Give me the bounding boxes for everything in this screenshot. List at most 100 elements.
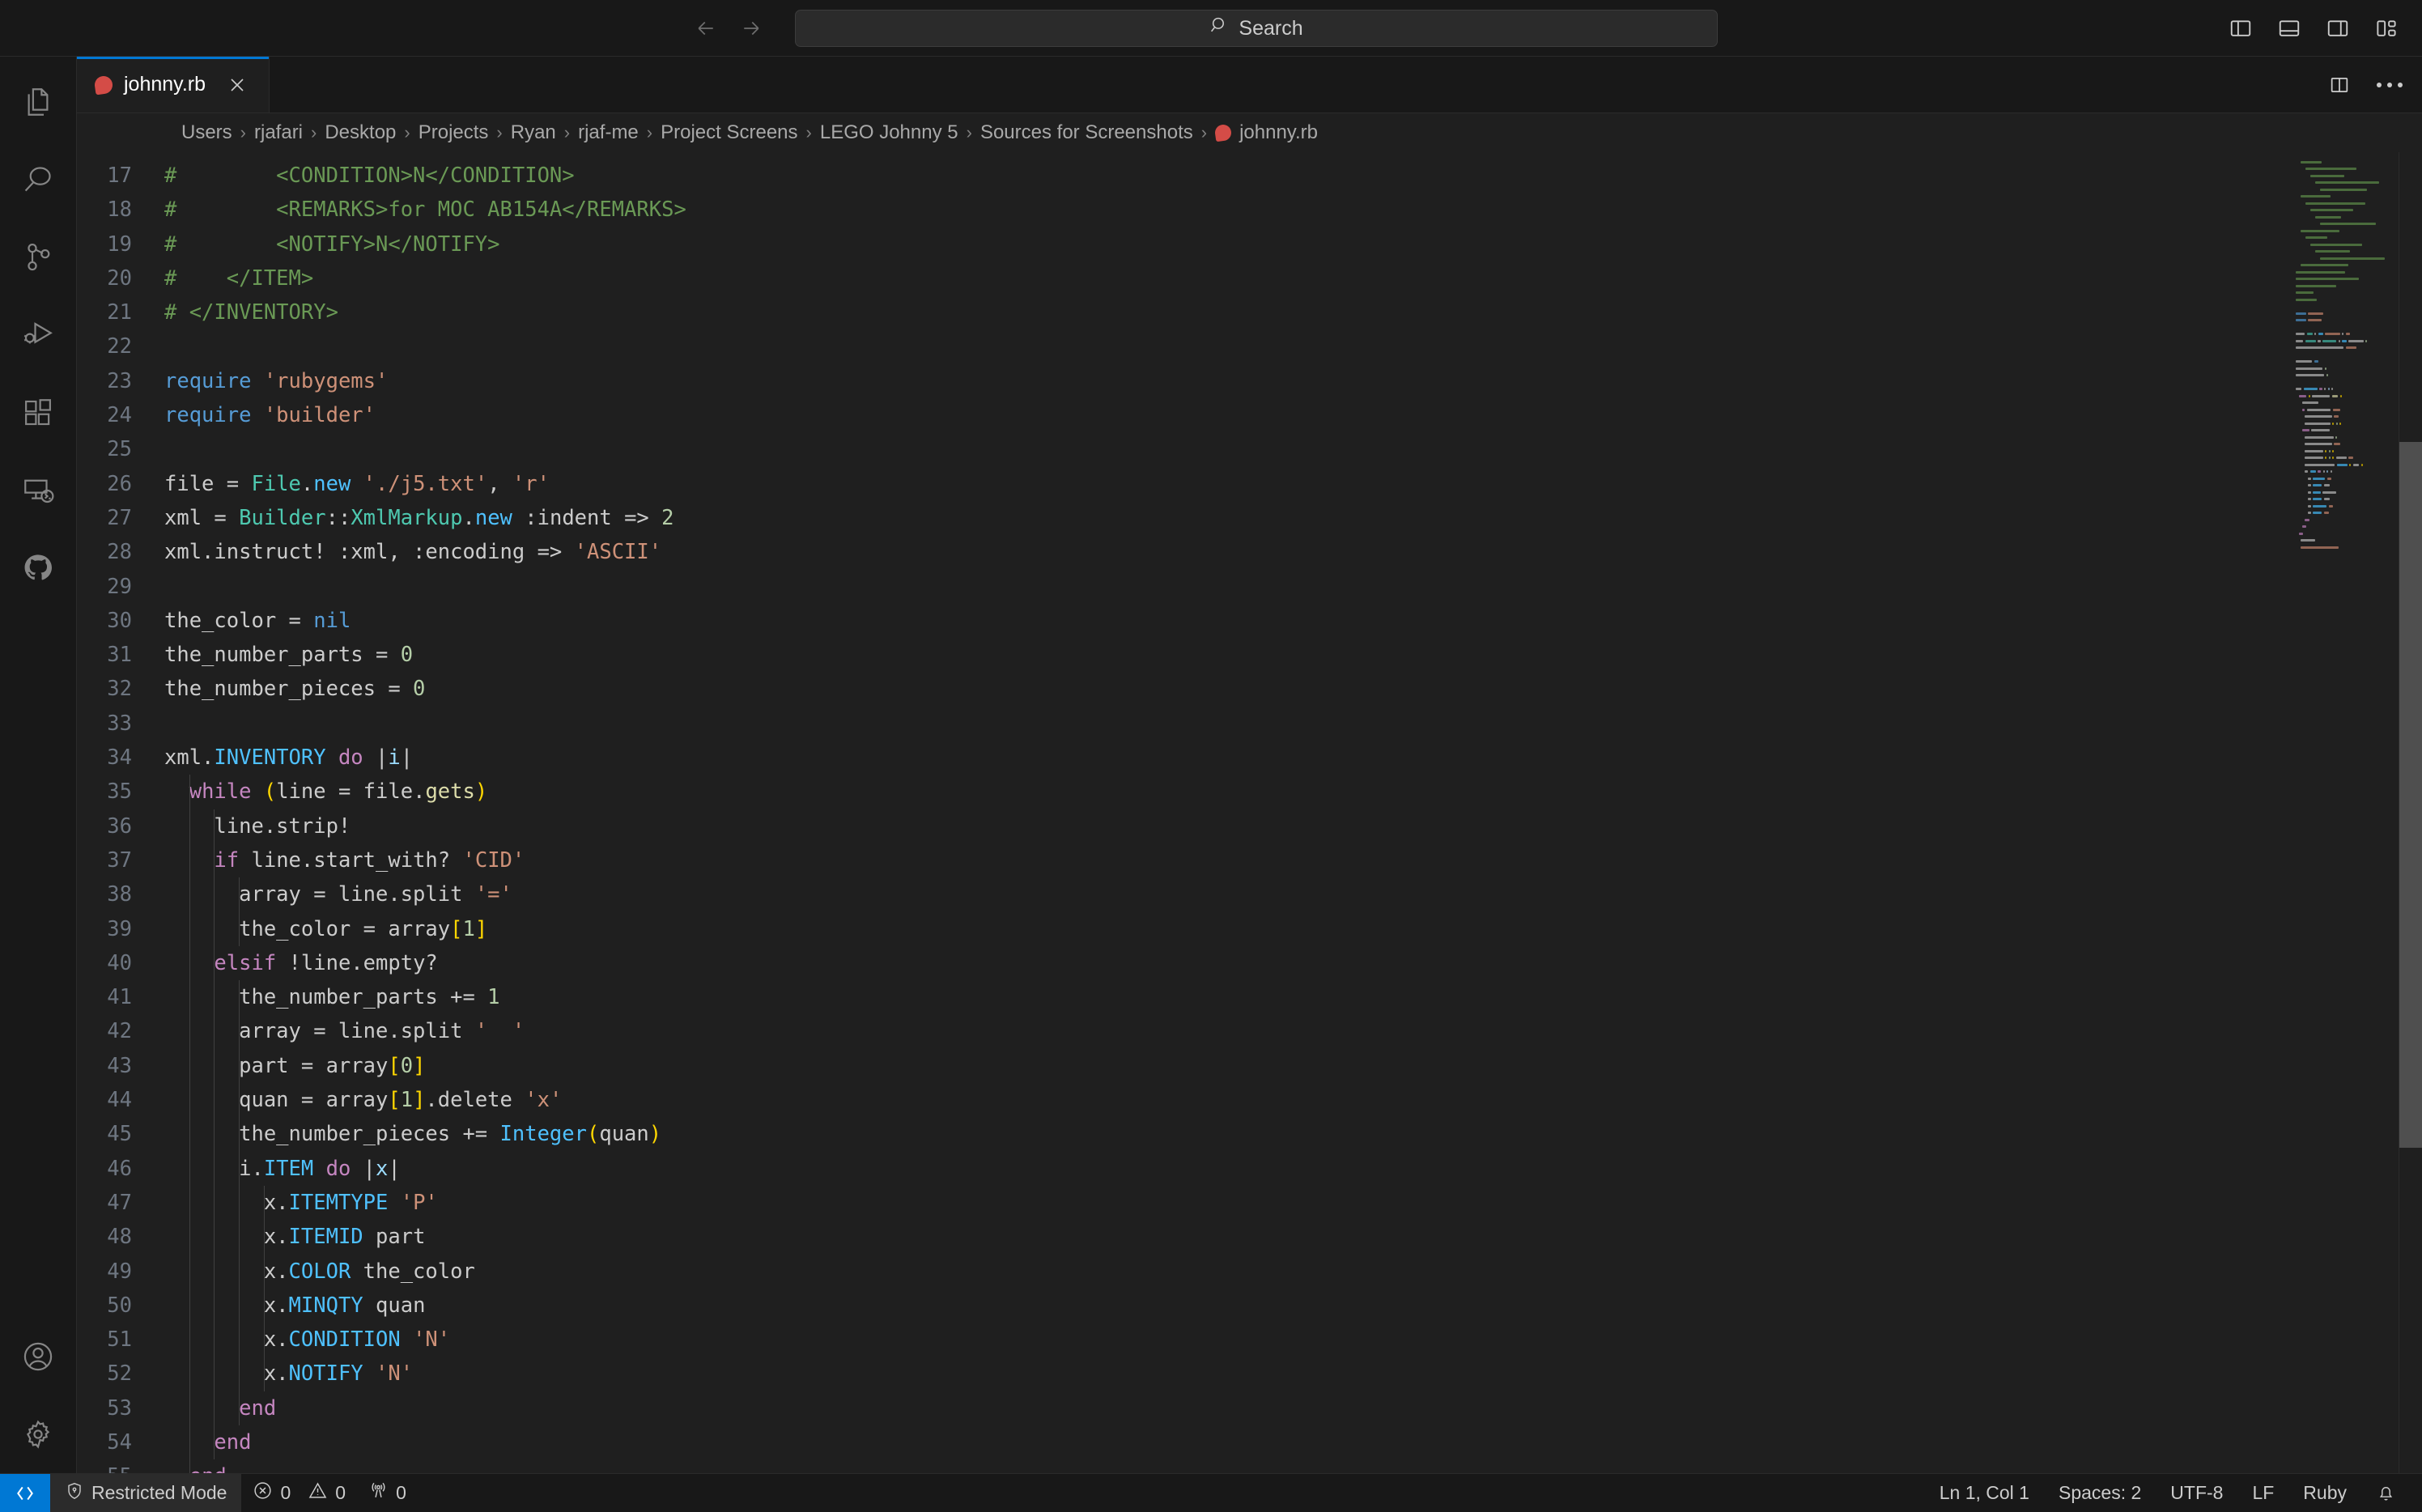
vertical-scrollbar[interactable] <box>2399 152 2422 1473</box>
indent-guide <box>238 1117 240 1152</box>
code-token: NOTIFY <box>288 1361 363 1387</box>
layout-sidebar-left-icon[interactable] <box>2221 9 2260 48</box>
code-token: 'N' <box>376 1361 414 1387</box>
radio-tower-icon <box>368 1480 389 1506</box>
indent-guide <box>214 1185 215 1221</box>
code-token: # <CONDITION>N</CONDITION> <box>164 164 575 188</box>
scrollbar-thumb[interactable] <box>2399 442 2422 1148</box>
indent-guide <box>189 1185 190 1221</box>
bell-icon[interactable] <box>2361 1474 2411 1512</box>
indent-guide <box>214 1220 215 1255</box>
editor-tabs: johnny.rb <box>77 57 2422 113</box>
search-input[interactable]: Search <box>795 10 1718 47</box>
account-icon[interactable] <box>0 1318 77 1395</box>
code-line: 19 # <NOTIFY>N</NOTIFY> <box>77 227 2292 261</box>
code-token: 1 <box>462 916 475 941</box>
code-token: gets <box>425 779 475 805</box>
code-text: xml = Builder::XmlMarkup.new :indent => … <box>164 501 674 535</box>
code-token: quan <box>599 1122 649 1147</box>
breadcrumb-item[interactable]: Ryan <box>508 121 559 144</box>
indent-guide <box>263 1357 265 1391</box>
status-cursor-position[interactable]: Ln 1, Col 1 <box>1925 1474 2044 1512</box>
indent-guide <box>238 1323 240 1357</box>
status-indentation[interactable]: Spaces: 2 <box>2044 1474 2156 1512</box>
layout-customize-icon[interactable] <box>2367 9 2406 48</box>
code-token: quan <box>363 1293 426 1318</box>
code-line: 55 end <box>77 1459 2292 1473</box>
breadcrumb-item[interactable]: Desktop <box>321 121 399 144</box>
layout-sidebar-right-icon[interactable] <box>2318 9 2357 48</box>
code-token: do <box>325 1156 351 1181</box>
status-language-mode[interactable]: Ruby <box>2288 1474 2361 1512</box>
status-restricted-mode[interactable]: Restricted Mode <box>50 1474 242 1512</box>
activity-bar <box>0 57 77 1473</box>
tab-johnny-rb[interactable]: johnny.rb <box>77 57 270 113</box>
breadcrumb-item[interactable]: LEGO Johnny 5 <box>817 121 962 144</box>
sidebar-item-github[interactable] <box>0 529 77 607</box>
breadcrumb-item[interactable]: Users <box>178 121 236 144</box>
code-token: ITEMID <box>288 1225 363 1250</box>
close-icon[interactable] <box>222 70 253 100</box>
code-token: the_number_parts = <box>164 643 401 668</box>
gear-icon[interactable] <box>0 1395 77 1473</box>
sidebar-item-explorer[interactable] <box>0 63 77 141</box>
code-token: require <box>164 368 252 393</box>
code-line: 22 <box>77 329 2292 363</box>
layout-panel-icon[interactable] <box>2270 9 2309 48</box>
sidebar-item-search[interactable] <box>0 141 77 219</box>
breadcrumb-item[interactable]: rjaf-me <box>575 121 642 144</box>
code-token: 'x' <box>525 1088 563 1113</box>
code-line: 32 the_number_pieces = 0 <box>77 672 2292 706</box>
sidebar-item-source-control[interactable] <box>0 219 77 296</box>
ellipsis-icon[interactable] <box>2372 67 2407 103</box>
code-line: 35 while (line = file.gets) <box>77 775 2292 809</box>
line-number: 50 <box>107 1293 132 1318</box>
sidebar-item-extensions[interactable] <box>0 374 77 452</box>
code-token: line.start_with? <box>239 847 463 873</box>
indent-guide <box>263 1254 265 1289</box>
code-lines: 17 # <CONDITION>N</CONDITION> 18 # <REMARKS… <box>77 152 2292 1473</box>
code-text: array = line.split '=' <box>164 877 512 912</box>
status-encoding[interactable]: UTF-8 <box>2156 1474 2237 1512</box>
code-token: 0 <box>413 677 426 702</box>
remote-window-icon[interactable] <box>0 1474 50 1512</box>
forward-icon[interactable] <box>737 15 765 42</box>
code-token: :indent => <box>512 505 662 530</box>
code-line: 24 require 'builder' <box>77 398 2292 432</box>
breadcrumb-item[interactable]: Projects <box>415 121 492 144</box>
status-ports[interactable]: 0 <box>357 1474 418 1512</box>
code-token: 'CID' <box>462 847 525 873</box>
breadcrumb-label: Users <box>181 121 232 143</box>
line-number: 51 <box>107 1327 132 1353</box>
code-text: x.MINQTY quan <box>164 1288 426 1323</box>
breadcrumb-label: Sources for Screenshots <box>979 121 1193 143</box>
breadcrumb-item[interactable]: Project Screens <box>657 121 801 144</box>
breadcrumb-item[interactable]: johnny.rb <box>1212 121 1321 144</box>
back-icon[interactable] <box>692 15 720 42</box>
code-token: nil <box>313 608 351 633</box>
breadcrumb-item[interactable]: rjafari <box>251 121 306 144</box>
split-editor-icon[interactable] <box>2322 67 2357 103</box>
code-pane[interactable]: 17 # <CONDITION>N</CONDITION> 18 # <REMARKS… <box>77 152 2292 1473</box>
code-line: 42 array = line.split ' ' <box>77 1014 2292 1049</box>
breadcrumb-label: Projects <box>418 121 489 143</box>
code-token: x <box>376 1156 389 1181</box>
shield-lock-icon <box>65 1481 84 1506</box>
indent-guide <box>189 1048 190 1084</box>
sidebar-item-remote-explorer[interactable] <box>0 452 77 529</box>
code-token: array = line.split <box>164 882 475 907</box>
code-line: 36 line.strip! <box>77 809 2292 843</box>
breadcrumb-item[interactable]: Sources for Screenshots <box>977 121 1196 144</box>
code-token: 1 <box>487 985 500 1010</box>
code-text: i.ITEM do |x| <box>164 1151 401 1186</box>
line-number: 46 <box>107 1156 132 1181</box>
sidebar-item-run-debug[interactable] <box>0 296 77 374</box>
line-number: 48 <box>107 1225 132 1250</box>
status-eol[interactable]: LF <box>2237 1474 2288 1512</box>
status-problems[interactable]: 0 0 <box>241 1474 357 1512</box>
code-token: x. <box>164 1293 289 1318</box>
